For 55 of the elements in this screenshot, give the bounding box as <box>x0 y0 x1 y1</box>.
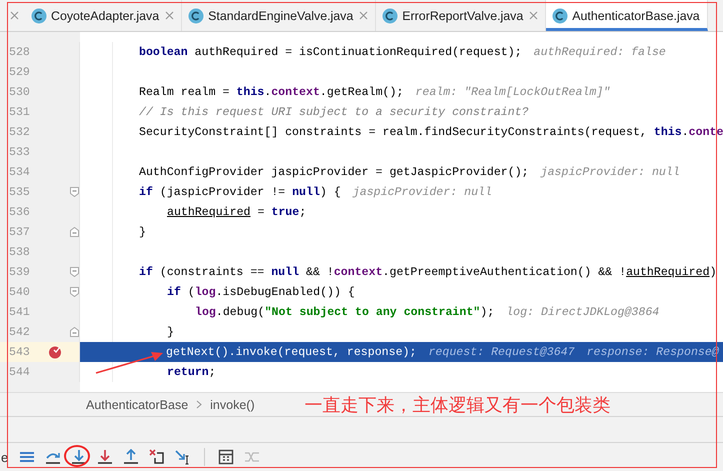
line-number: 540 <box>8 286 31 298</box>
debug-value-hint: authRequired: false <box>534 46 666 58</box>
line-number: 533 <box>8 146 31 158</box>
down-arrow-icon <box>71 449 87 465</box>
line-number: 528 <box>8 46 31 58</box>
editor-tab[interactable]: CoyoteAdapter.java <box>25 0 182 31</box>
line-number: 536 <box>8 206 31 218</box>
menu-icon <box>19 449 35 465</box>
cross-frame-icon <box>149 449 165 465</box>
editor-tab[interactable]: AuthenticatorBase.java <box>546 0 708 31</box>
code-line: return; <box>167 366 216 378</box>
down-arrow-icon <box>97 449 113 465</box>
annotation-arrow <box>94 350 166 376</box>
line-number: 541 <box>8 306 31 318</box>
class-icon <box>31 8 47 24</box>
code-line: log.debug("Not subject to any constraint"); <box>195 306 494 318</box>
breakpoint-icon[interactable] <box>48 345 62 359</box>
line-number: 530 <box>8 86 31 98</box>
line-number: 542 <box>8 326 31 338</box>
code-line: } <box>139 226 146 238</box>
code-line: AuthConfigProvider jaspicProvider = getJaspicProvider(); <box>139 166 529 178</box>
code-line: authRequired = true; <box>167 206 306 218</box>
class-icon <box>188 8 204 24</box>
line-number: 532 <box>8 126 31 138</box>
code-line: } <box>167 326 174 338</box>
line-number: 537 <box>8 226 31 238</box>
line-number: 544 <box>8 366 31 378</box>
line-number: 538 <box>8 246 31 258</box>
line-number: 535 <box>8 186 31 198</box>
debug-value-hint: jaspicProvider: null <box>352 186 492 198</box>
breadcrumb-item[interactable]: invoke() <box>210 398 255 412</box>
class-icon <box>552 8 568 24</box>
annotation-text: 一直走下来，主体逻辑又有一个包装类 <box>304 394 611 416</box>
breadcrumb-item[interactable]: AuthenticatorBase <box>86 398 188 412</box>
code-line: Realm realm = this.context.getRealm(); <box>139 86 404 98</box>
line-number: 543 <box>8 346 31 358</box>
calculator-icon <box>218 449 234 465</box>
editor-tab[interactable]: StandardEngineValve.java <box>182 0 376 31</box>
debug-value-hint: realm: "Realm[LockOutRealm]" <box>415 86 610 98</box>
chevron-icon <box>196 400 202 409</box>
debug-value-hint: jaspicProvider: null <box>540 166 680 178</box>
line-number: 531 <box>8 106 31 118</box>
code-line: if (constraints == null && !context.getPreemptiveAuthentication() && !authRequired) <box>139 266 717 278</box>
code-line: boolean authRequired = isContinuationRequired(request); <box>139 46 522 58</box>
code-line: if (log.isDebugEnabled()) { <box>167 286 355 298</box>
debug-value-hint: log: DirectJDKLog@3864 <box>506 306 660 318</box>
class-icon <box>382 8 398 24</box>
cursor-arrow-icon <box>175 449 191 465</box>
line-number: 534 <box>8 166 31 178</box>
line-number: 529 <box>8 66 31 78</box>
line-number: 539 <box>8 266 31 278</box>
code-line: if (jaspicProvider != null) { <box>139 186 341 198</box>
code-line: getNext().invoke(request, response); <box>166 346 416 358</box>
debug-value-hint: request: Request@3647 <box>428 346 575 358</box>
code-line: // Is this request URI subject to a security constraint? <box>139 106 529 118</box>
